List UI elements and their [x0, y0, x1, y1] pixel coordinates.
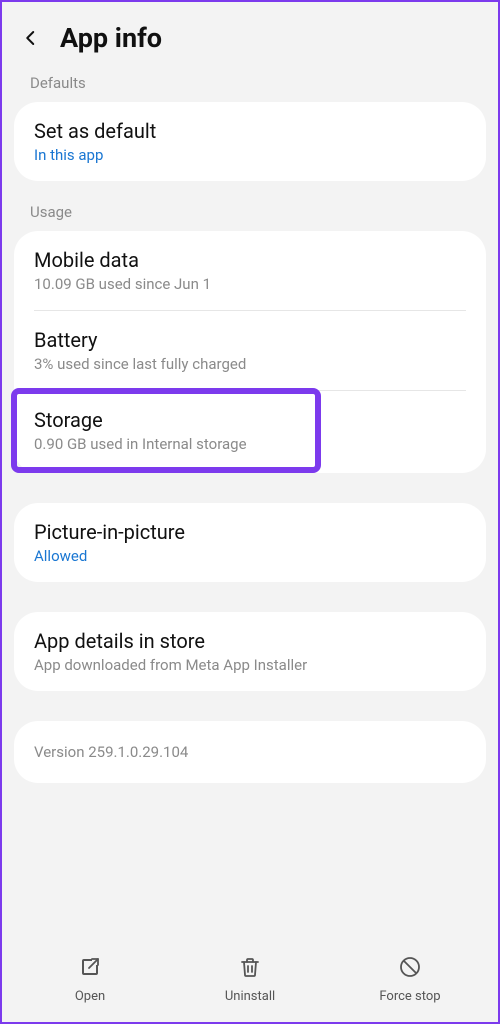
mobile-data-row[interactable]: Mobile data 10.09 GB used since Jun 1	[14, 231, 486, 310]
pip-card: Picture-in-picture Allowed	[14, 503, 486, 582]
uninstall-button[interactable]: Uninstall	[170, 955, 330, 1004]
row-title: Storage	[34, 408, 298, 432]
section-defaults-label: Defaults	[2, 64, 498, 98]
row-sub: 0.90 GB used in Internal storage	[34, 435, 298, 453]
header: App info	[2, 2, 498, 68]
bottom-bar: Open Uninstall Force stop	[2, 943, 498, 1022]
section-usage-label: Usage	[2, 193, 498, 227]
usage-card: Mobile data 10.09 GB used since Jun 1 Ba…	[14, 231, 486, 473]
row-title: Set as default	[34, 119, 466, 143]
row-sub: Allowed	[34, 547, 466, 565]
defaults-card: Set as default In this app	[14, 102, 486, 181]
version-text: Version 259.1.0.29.104	[34, 743, 466, 761]
bottom-label: Force stop	[379, 989, 440, 1004]
row-title: App details in store	[34, 629, 466, 653]
set-as-default-row[interactable]: Set as default In this app	[14, 102, 486, 181]
page-title: App info	[60, 22, 162, 54]
app-details-row[interactable]: App details in store App downloaded from…	[14, 612, 486, 691]
row-title: Battery	[34, 328, 466, 352]
open-button[interactable]: Open	[10, 955, 170, 1004]
storage-row[interactable]: Storage 0.90 GB used in Internal storage	[17, 394, 315, 467]
open-icon	[78, 955, 102, 983]
storage-highlight: Storage 0.90 GB used in Internal storage	[11, 388, 321, 473]
row-title: Mobile data	[34, 248, 466, 272]
force-stop-button[interactable]: Force stop	[330, 955, 490, 1004]
row-sub: 10.09 GB used since Jun 1	[34, 275, 466, 293]
picture-in-picture-row[interactable]: Picture-in-picture Allowed	[14, 503, 486, 582]
row-title: Picture-in-picture	[34, 520, 466, 544]
store-card: App details in store App downloaded from…	[14, 612, 486, 691]
bottom-label: Open	[75, 989, 105, 1004]
back-icon[interactable]	[20, 27, 42, 49]
version-card: Version 259.1.0.29.104	[14, 721, 486, 783]
row-sub: 3% used since last fully charged	[34, 355, 466, 373]
battery-row[interactable]: Battery 3% used since last fully charged	[14, 311, 486, 390]
bottom-label: Uninstall	[225, 989, 275, 1004]
row-sub: In this app	[34, 146, 466, 164]
prohibit-icon	[398, 955, 422, 983]
trash-icon	[238, 955, 262, 983]
row-sub: App downloaded from Meta App Installer	[34, 656, 466, 674]
